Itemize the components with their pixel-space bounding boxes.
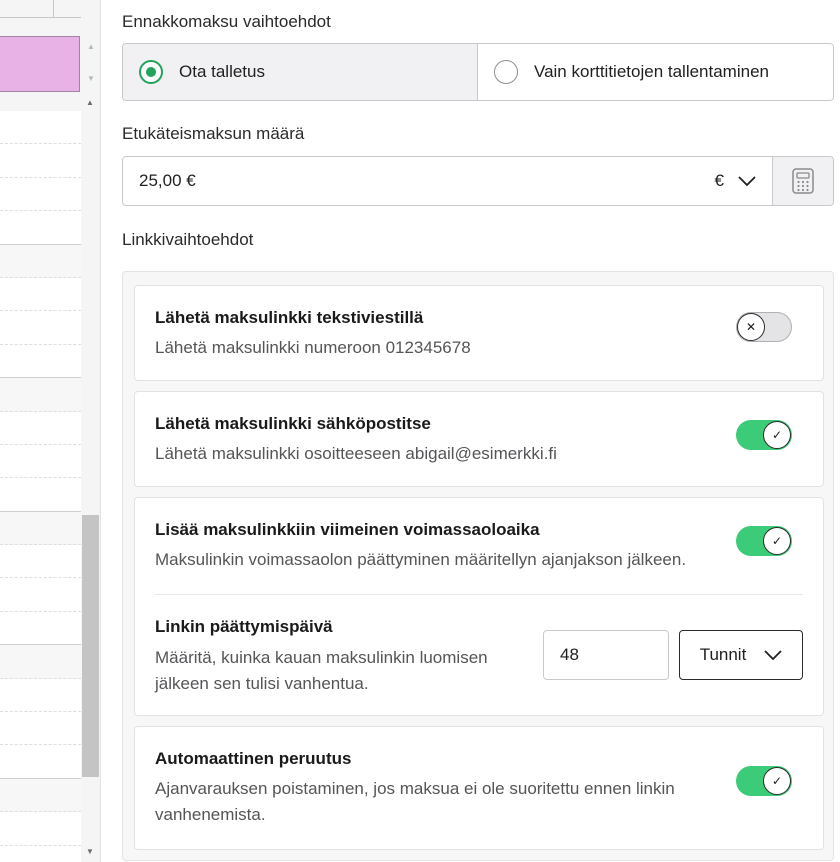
deposit-option-selector: Ota talletus Vain korttitietojen tallent… xyxy=(122,43,834,101)
email-link-desc: Lähetä maksulinkki osoitteeseen abigail@… xyxy=(155,444,557,463)
calendar-strip: ▲ ▼ ▲ ▼ xyxy=(0,0,101,862)
option-save-card-only[interactable]: Vain korttitietojen tallentaminen xyxy=(478,44,833,100)
expiry-unit-select[interactable]: Tunnit xyxy=(679,630,803,680)
expiry-divider xyxy=(155,594,803,595)
currency-label: € xyxy=(714,171,724,190)
calculator-icon xyxy=(792,168,814,194)
calculator-button[interactable] xyxy=(772,157,833,205)
expiry-date-desc: Määritä, kuinka kauan maksulinkin luomis… xyxy=(155,648,488,667)
time-slot[interactable] xyxy=(0,712,81,746)
time-slot[interactable] xyxy=(0,278,81,312)
time-slot[interactable] xyxy=(0,545,81,579)
time-slot[interactable] xyxy=(0,178,81,212)
expiry-amount-input[interactable] xyxy=(543,630,669,680)
radio-unselected-icon[interactable] xyxy=(494,60,518,84)
time-slot[interactable] xyxy=(0,812,81,846)
expiry-link-title: Lisää maksulinkkiin viimeinen voimassaol… xyxy=(155,520,540,539)
time-slot[interactable] xyxy=(0,445,81,479)
time-slot[interactable] xyxy=(0,745,81,779)
auto-cancel-desc: Ajanvarauksen poistaminen, jos maksua ei… xyxy=(155,779,675,798)
auto-cancel-toggle[interactable]: ✓ xyxy=(736,766,792,796)
deposit-options-label: Ennakkomaksu vaihtoehdot xyxy=(122,12,331,31)
option-label: Vain korttitietojen tallentaminen xyxy=(534,62,769,81)
email-link-toggle[interactable]: ✓ xyxy=(736,420,792,450)
time-slot[interactable] xyxy=(0,478,81,512)
expiry-date-title: Linkin päättymispäivä xyxy=(155,617,333,636)
calendar-scrollbar[interactable]: ▲ ▼ xyxy=(82,95,99,862)
time-slot[interactable] xyxy=(0,578,81,612)
calendar-event-block[interactable] xyxy=(0,36,80,92)
time-slot[interactable] xyxy=(0,378,81,412)
email-link-card: Lähetä maksulinkki sähköpostitse Lähetä … xyxy=(134,391,824,487)
time-slot[interactable] xyxy=(0,511,81,546)
sms-link-card: Lähetä maksulinkki tekstiviestillä Lähet… xyxy=(134,285,824,381)
time-slot[interactable] xyxy=(0,345,81,379)
auto-cancel-card: Automaattinen peruutus Ajanvarauksen poi… xyxy=(134,726,824,850)
sms-link-title: Lähetä maksulinkki tekstiviestillä xyxy=(155,308,424,327)
prepayment-label: Etukäteismaksun määrä xyxy=(122,124,305,143)
scroll-up-icon[interactable]: ▲ xyxy=(86,98,94,108)
chevron-down-icon xyxy=(738,176,756,186)
calendar-time-slots xyxy=(0,111,81,862)
prepayment-amount-input[interactable]: 25,00 € xyxy=(123,157,712,205)
auto-cancel-title: Automaattinen peruutus xyxy=(155,749,352,768)
checkmark-icon: ✓ xyxy=(763,767,791,795)
time-slot[interactable] xyxy=(0,612,81,646)
time-slot[interactable] xyxy=(0,211,81,245)
calendar-header-cell xyxy=(0,0,81,18)
scroll-down-icon[interactable]: ▼ xyxy=(87,74,95,84)
calendar-header-divider xyxy=(53,0,54,18)
time-slot[interactable] xyxy=(0,111,81,145)
time-slot[interactable] xyxy=(0,311,81,345)
time-slot[interactable] xyxy=(0,645,81,679)
link-options-label: Linkkivaihtoehdot xyxy=(122,230,254,249)
expiry-unit-label: Tunnit xyxy=(699,645,747,664)
expiry-link-desc: Maksulinkin voimassaolon päättyminen mää… xyxy=(155,550,687,569)
chevron-down-icon xyxy=(764,650,782,660)
checkmark-icon: ✓ xyxy=(763,527,791,555)
expiry-link-toggle[interactable]: ✓ xyxy=(736,526,792,556)
scroll-down-icon[interactable]: ▼ xyxy=(86,847,94,857)
expiry-date-desc: jälkeen sen tulisi vanhentua. xyxy=(155,674,369,693)
option-take-deposit[interactable]: Ota talletus xyxy=(123,44,478,100)
scroll-up-icon[interactable]: ▲ xyxy=(87,42,95,52)
time-slot[interactable] xyxy=(0,679,81,713)
email-link-title: Lähetä maksulinkki sähköpostitse xyxy=(155,414,431,433)
toggle-off-icon: ✕ xyxy=(737,313,765,341)
link-options-container: Lähetä maksulinkki tekstiviestillä Lähet… xyxy=(122,271,834,861)
time-slot[interactable] xyxy=(0,244,81,278)
sms-link-desc: Lähetä maksulinkki numeroon 012345678 xyxy=(155,338,471,357)
sms-link-toggle[interactable]: ✕ xyxy=(736,312,792,342)
time-slot[interactable] xyxy=(0,778,81,813)
auto-cancel-desc: vanhenemista. xyxy=(155,805,266,824)
time-slot[interactable] xyxy=(0,144,81,178)
option-label: Ota talletus xyxy=(179,62,265,81)
currency-select[interactable]: € xyxy=(712,157,772,205)
expiry-link-card: Lisää maksulinkkiin viimeinen voimassaol… xyxy=(134,497,824,716)
event-scrollbar[interactable]: ▲ ▼ xyxy=(83,36,98,92)
scrollbar-thumb[interactable] xyxy=(82,515,99,777)
radio-selected-icon[interactable] xyxy=(139,60,163,84)
time-slot[interactable] xyxy=(0,412,81,445)
checkmark-icon: ✓ xyxy=(763,421,791,449)
prepayment-amount-field: 25,00 € € xyxy=(122,156,834,206)
